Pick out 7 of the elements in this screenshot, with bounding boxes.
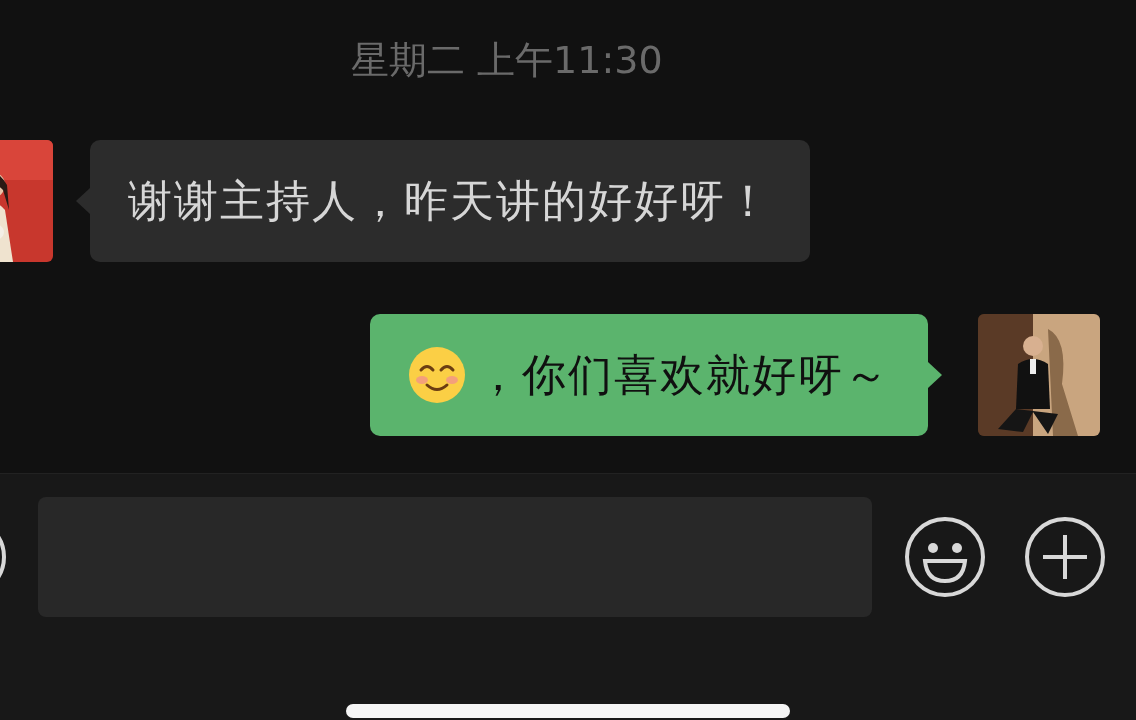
message-bubble: 谢谢主持人，昨天讲的好好呀！ bbox=[90, 140, 810, 262]
timestamp: 星期二 上午11:30 bbox=[351, 37, 663, 84]
plus-icon[interactable] bbox=[1023, 515, 1107, 599]
smiling-face-icon bbox=[408, 346, 466, 404]
bubble-tail bbox=[928, 362, 942, 388]
emoji-icon[interactable] bbox=[903, 515, 987, 599]
message-bubble: ，你们喜欢就好呀～ bbox=[370, 314, 928, 436]
